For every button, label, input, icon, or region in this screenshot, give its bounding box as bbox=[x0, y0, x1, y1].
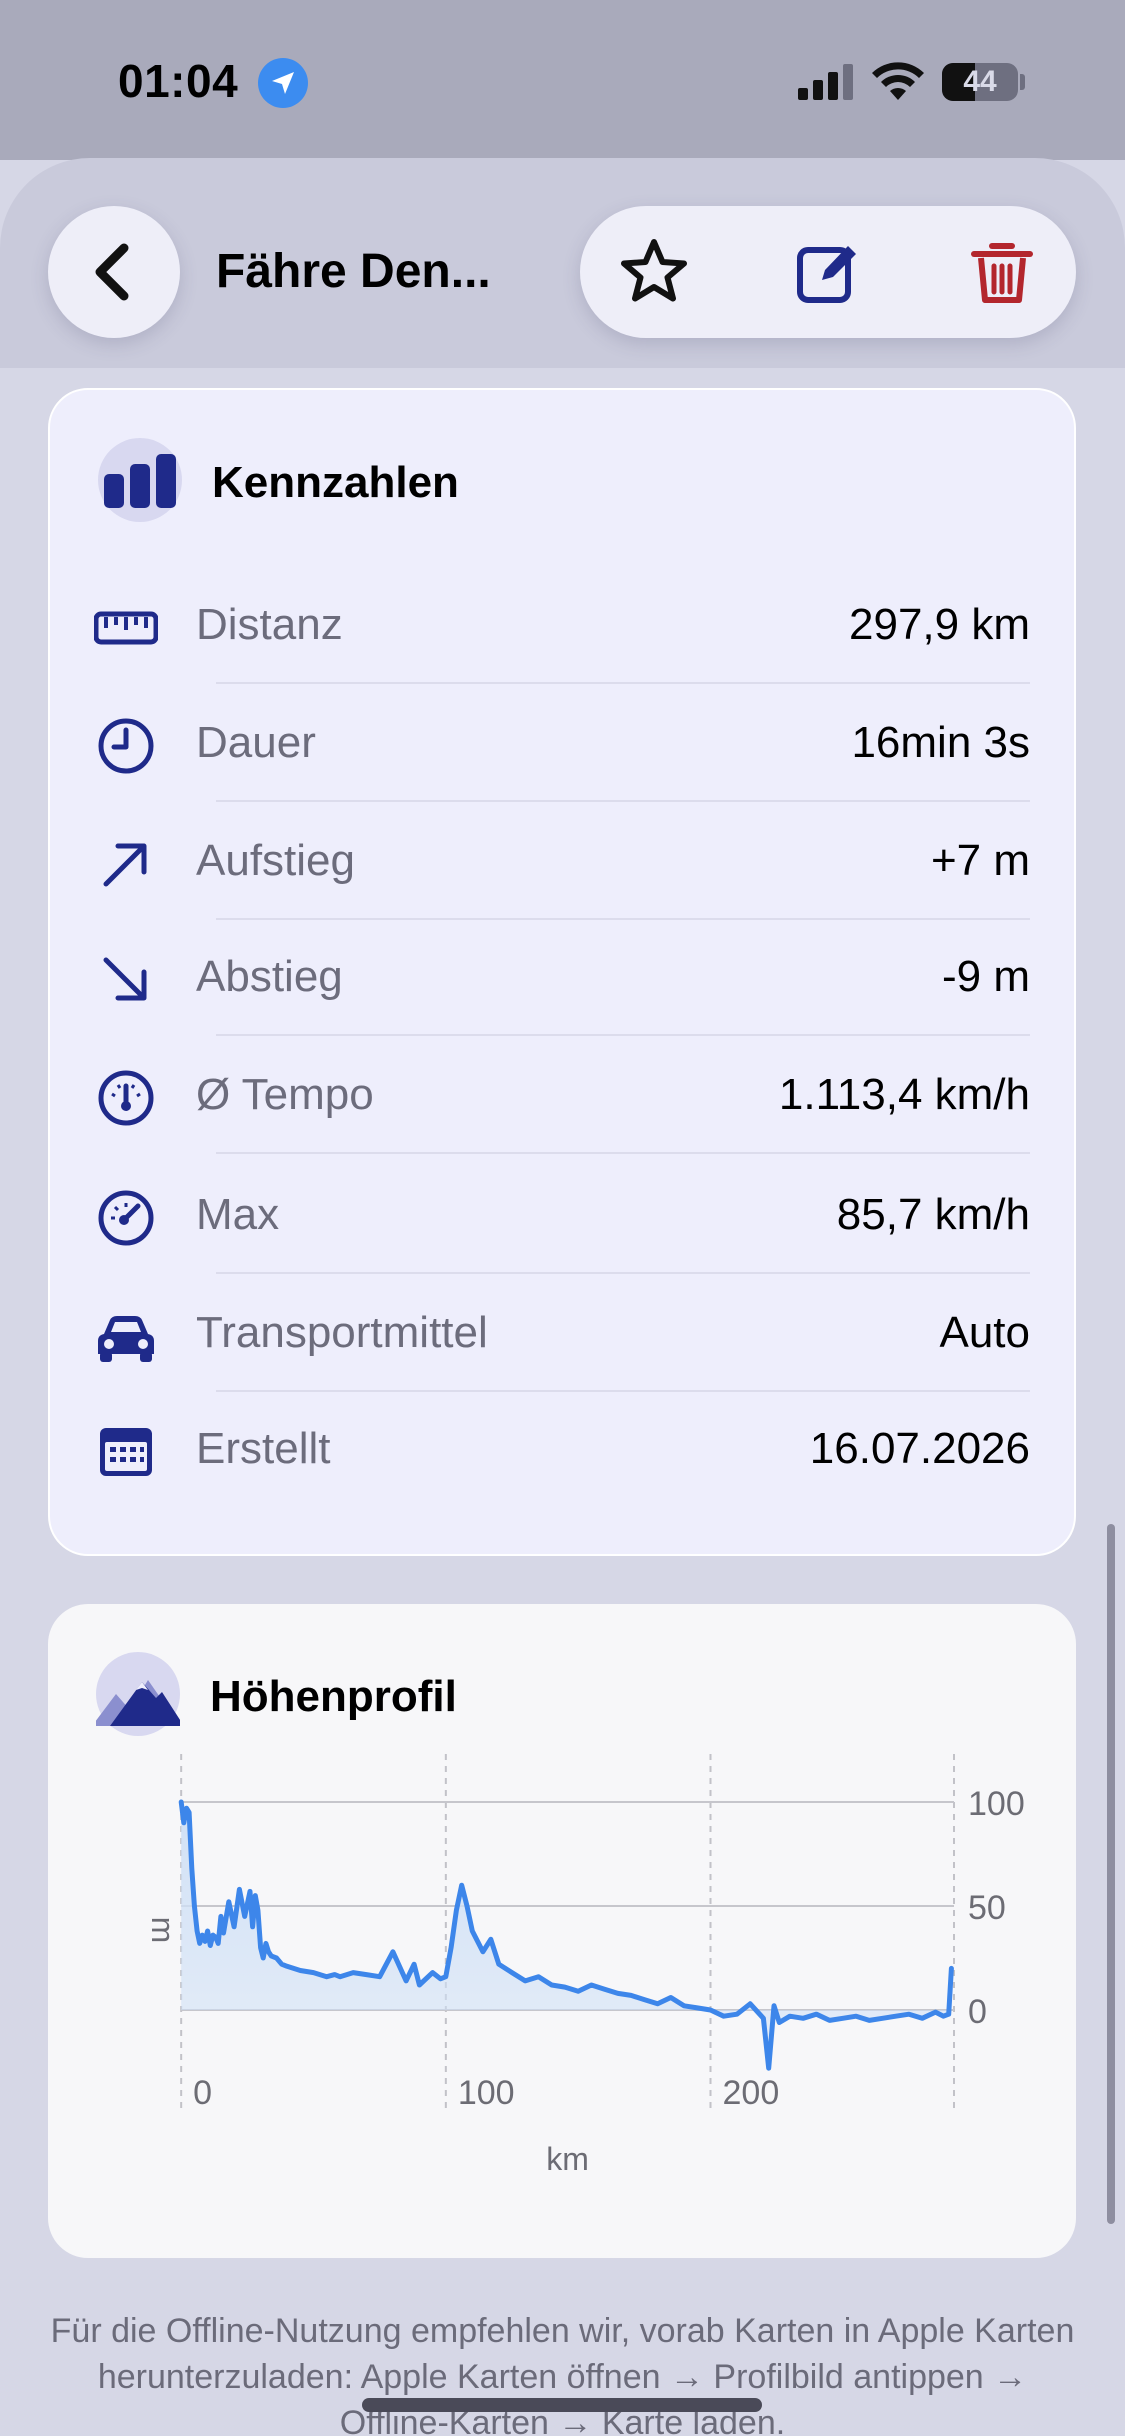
elevation-card: Höhenprofil 0 50 100 0 100 200 km m bbox=[48, 1604, 1076, 2258]
stat-row-created: Erstellt 16.07.2026 bbox=[50, 1390, 1078, 1508]
arrow-up-right-icon bbox=[103, 843, 147, 887]
stat-row-descent: Abstieg -9 m bbox=[50, 918, 1078, 1036]
stat-row-duration: Dauer 16min 3s bbox=[50, 684, 1078, 802]
home-indicator[interactable] bbox=[362, 2398, 762, 2412]
status-bar: 01:04 44 bbox=[0, 0, 1125, 160]
action-toolbar bbox=[580, 206, 1076, 338]
stat-label: Max bbox=[196, 1190, 280, 1239]
stats-card: Kennzahlen Distanz 297,9 km Dauer 16min … bbox=[48, 388, 1076, 1556]
x-tick-label: 200 bbox=[723, 2074, 780, 2112]
stat-value: Auto bbox=[939, 1308, 1030, 1357]
x-axis-label: km bbox=[546, 2141, 589, 2177]
stats-card-title: Kennzahlen bbox=[212, 458, 459, 507]
stat-value: +7 m bbox=[930, 836, 1030, 885]
back-button[interactable] bbox=[48, 206, 180, 338]
speedometer-icon bbox=[98, 1190, 154, 1246]
stat-label: Transportmittel bbox=[196, 1308, 488, 1357]
status-time: 01:04 bbox=[118, 55, 239, 107]
ruler-icon bbox=[94, 611, 158, 645]
car-icon bbox=[98, 1316, 154, 1362]
stat-value: 85,7 km/h bbox=[836, 1190, 1030, 1239]
mountain-icon bbox=[92, 1652, 184, 1736]
battery-percentage: 44 bbox=[963, 65, 997, 98]
star-icon[interactable] bbox=[618, 236, 690, 308]
calendar-icon bbox=[100, 1428, 152, 1476]
divider bbox=[216, 1152, 1030, 1154]
page-title: Fähre Den... bbox=[216, 245, 491, 298]
stat-value: 16min 3s bbox=[851, 718, 1030, 767]
chevron-left-icon bbox=[95, 243, 129, 301]
clock-icon bbox=[98, 718, 154, 774]
arrow-down-right-icon bbox=[103, 957, 147, 1001]
stat-value: 1.113,4 km/h bbox=[778, 1070, 1030, 1119]
y-axis-label: m bbox=[145, 1917, 181, 1944]
y-tick-label: 100 bbox=[968, 1785, 1025, 1823]
x-tick-label: 100 bbox=[458, 2074, 515, 2112]
stat-label: Ø Tempo bbox=[196, 1070, 374, 1119]
stat-row-distance: Distanz 297,9 km bbox=[50, 566, 1078, 684]
scrollbar[interactable] bbox=[1107, 1524, 1115, 2224]
location-arrow-icon bbox=[258, 58, 308, 108]
stat-label: Erstellt bbox=[196, 1424, 331, 1473]
battery-nub bbox=[1020, 74, 1025, 90]
elevation-card-title: Höhenprofil bbox=[210, 1672, 457, 1721]
battery-icon: 44 bbox=[942, 63, 1018, 101]
trash-icon[interactable] bbox=[966, 236, 1038, 308]
stat-value: 297,9 km bbox=[849, 600, 1030, 649]
gauge-icon bbox=[98, 1070, 154, 1126]
elevation-area bbox=[181, 1802, 952, 2069]
y-tick-label: 50 bbox=[968, 1889, 1006, 1927]
wifi-icon bbox=[872, 62, 924, 100]
stat-row-avg-speed: Ø Tempo 1.113,4 km/h bbox=[50, 1036, 1078, 1154]
stat-value: 16.07.2026 bbox=[809, 1424, 1030, 1473]
stat-row-transport: Transportmittel Auto bbox=[50, 1274, 1078, 1392]
cellular-signal-icon bbox=[798, 64, 853, 100]
stat-label: Distanz bbox=[196, 600, 343, 649]
elevation-chart: 0 50 100 0 100 200 km m bbox=[145, 1754, 1025, 2177]
stat-value: -9 m bbox=[942, 952, 1030, 1001]
edit-icon[interactable] bbox=[792, 236, 864, 308]
elevation-line bbox=[178, 1799, 954, 2071]
x-tick-label: 0 bbox=[193, 2074, 212, 2112]
bar-chart-icon bbox=[98, 438, 182, 522]
stat-row-max-speed: Max 85,7 km/h bbox=[50, 1156, 1078, 1274]
offline-hint-text: Für die Offline-Nutzung empfehlen wir, v… bbox=[50, 2312, 1075, 2436]
stat-row-ascent: Aufstieg +7 m bbox=[50, 802, 1078, 920]
stat-label: Abstieg bbox=[196, 952, 343, 1001]
y-tick-label: 0 bbox=[968, 1993, 987, 2031]
stat-label: Aufstieg bbox=[196, 836, 355, 885]
stat-label: Dauer bbox=[196, 718, 316, 767]
